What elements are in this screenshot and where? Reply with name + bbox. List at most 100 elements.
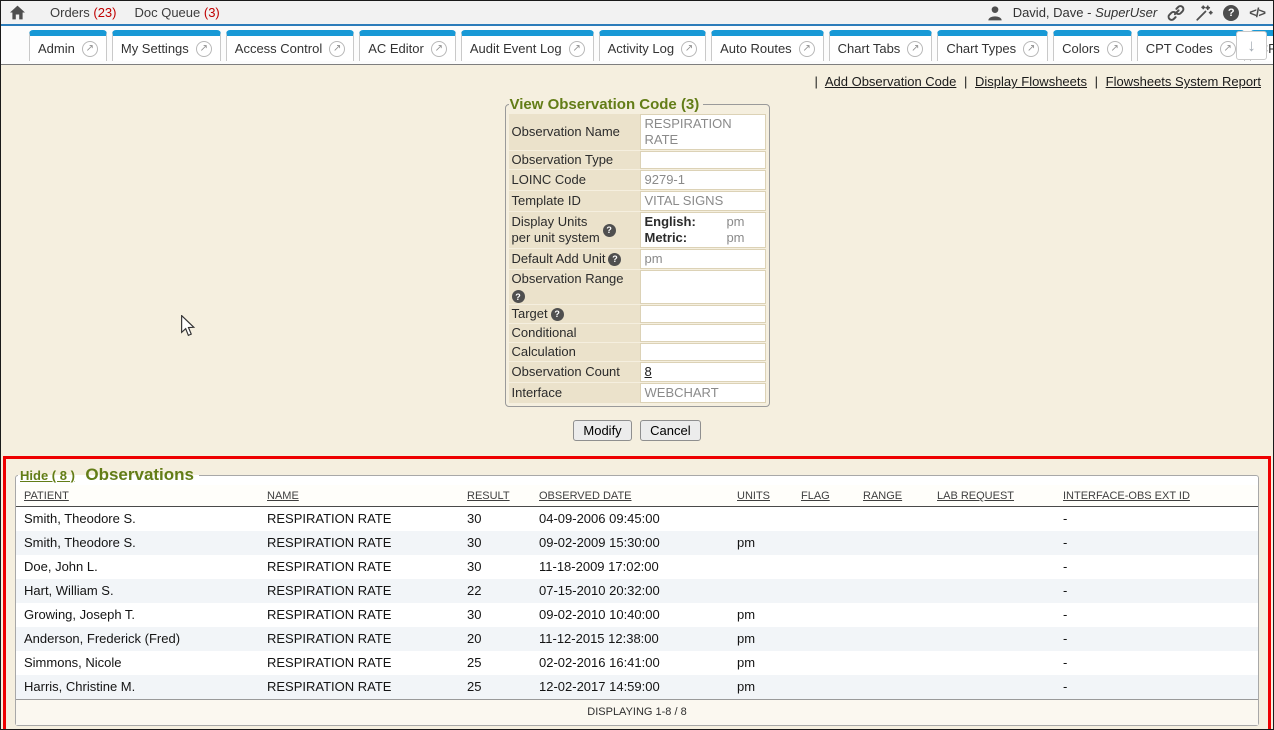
wand-icon[interactable] [1195,4,1213,22]
doc-queue-link[interactable]: Doc Queue (3) [134,5,219,20]
tab-label: Chart Tabs [838,41,901,56]
orders-label: Orders [50,5,90,20]
external-link-icon[interactable]: ↗ [82,41,98,57]
interface-obs-ext-id-cell: - [1055,651,1258,675]
external-link-icon[interactable]: ↗ [1107,41,1123,57]
observed-date-cell: 02-02-2016 16:41:00 [531,651,729,675]
field-label: Conditional [512,325,577,341]
units-cell [729,579,793,603]
column-header-flag[interactable]: FLAG [801,490,830,502]
result-cell: 25 [459,675,531,699]
column-header-lab-request[interactable]: LAB REQUEST [937,490,1014,502]
add-observation-code-link[interactable]: Add Observation Code [825,74,957,89]
column-header-observed-date[interactable]: OBSERVED DATE [539,490,632,502]
tab-chart-tabs[interactable]: Chart Tabs ↗ [829,30,933,61]
interface-obs-ext-id-cell: - [1055,579,1258,603]
observations-table: PATIENT NAME RESULT OBSERVED DATE UNITS … [16,485,1258,699]
tab-cpt-codes[interactable]: CPT Codes↗ [1137,30,1245,61]
tab-ac-editor[interactable]: AC Editor ↗ [359,30,456,61]
column-header-result[interactable]: RESULT [467,490,510,502]
observations-title: Observations [85,465,194,484]
external-link-icon[interactable]: ↗ [1220,41,1236,57]
range-cell [855,579,929,603]
name-cell: RESPIRATION RATE [259,627,459,651]
english-label: English: [645,214,696,230]
user-name: David, Dave - [1013,5,1095,20]
units-cell: pm [729,531,793,555]
observation-count-link[interactable]: 8 [645,364,652,379]
units-cell: pm [729,675,793,699]
field-label: Observation Name [512,124,620,140]
loinc-code-value: 9279-1 [640,170,766,190]
external-link-icon[interactable]: ↗ [681,41,697,57]
field-label: Default Add Unit [512,251,606,267]
external-link-icon[interactable]: ↗ [329,41,345,57]
help-icon[interactable]: ? [603,224,616,237]
user-role: SuperUser [1095,5,1157,20]
table-row: Growing, Joseph T.RESPIRATION RATE3009-0… [16,603,1258,627]
tab-colors[interactable]: Colors↗ [1053,30,1132,61]
separator: | [815,74,818,89]
form-row-observation-count: Observation Count 8 [509,362,766,382]
tab-access-control[interactable]: Access Control ↗ [226,30,354,61]
table-row: Simmons, NicoleRESPIRATION RATE2502-02-2… [16,651,1258,675]
user-menu[interactable]: David, Dave - SuperUser [1013,5,1158,20]
help-icon[interactable]: ? [512,290,525,303]
name-cell: RESPIRATION RATE [259,555,459,579]
tab-auto-routes[interactable]: Auto Routes↗ [711,30,824,61]
table-row: Harris, Christine M.RESPIRATION RATE2512… [16,675,1258,699]
flag-cell [793,555,855,579]
tab-audit-event-log[interactable]: Audit Event Log↗ [461,30,594,61]
external-link-icon[interactable]: ↗ [431,41,447,57]
home-icon[interactable] [9,5,26,20]
form-row-interface: Interface WEBCHART [509,383,766,403]
field-label: Observation Count [512,364,620,380]
orders-link[interactable]: Orders (23) [50,5,116,20]
observed-date-cell: 09-02-2010 10:40:00 [531,603,729,627]
metric-value: pm [726,230,744,246]
field-label: Interface [512,385,563,401]
form-row-calculation: Calculation [509,343,766,361]
name-cell: RESPIRATION RATE [259,675,459,699]
help-icon[interactable]: ? [551,308,564,321]
external-link-icon[interactable]: ↗ [569,41,585,57]
link-icon[interactable] [1167,4,1185,22]
observed-date-cell: 04-09-2006 09:45:00 [531,507,729,531]
hide-observations-link[interactable]: Hide ( 8 ) [20,468,75,483]
result-cell: 20 [459,627,531,651]
tab-label: Admin [38,41,75,56]
lab-request-cell [929,531,1055,555]
interface-obs-ext-id-cell: - [1055,603,1258,627]
column-header-range[interactable]: RANGE [863,490,902,502]
column-header-name[interactable]: NAME [267,490,299,502]
tab-chart-types[interactable]: Chart Types↗ [937,30,1048,61]
tab-overflow-button[interactable]: ↓ [1236,31,1267,60]
table-row: Hart, William S.RESPIRATION RATE2207-15-… [16,579,1258,603]
result-cell: 30 [459,555,531,579]
external-link-icon[interactable]: ↗ [1023,41,1039,57]
code-icon[interactable]: </> [1249,5,1265,20]
column-header-patient[interactable]: PATIENT [24,490,69,502]
tab-label: AC Editor [368,41,424,56]
tab-label: Access Control [235,41,322,56]
flowsheets-system-report-link[interactable]: Flowsheets System Report [1106,74,1261,89]
column-header-interface-obs-ext-id[interactable]: INTERFACE-OBS EXT ID [1063,490,1190,502]
external-link-icon[interactable]: ↗ [196,41,212,57]
tab-my-settings[interactable]: My Settings↗ [112,30,221,61]
help-icon[interactable]: ? [1223,5,1239,21]
column-header-units[interactable]: UNITS [737,490,770,502]
form-row-conditional: Conditional [509,324,766,342]
cancel-button[interactable]: Cancel [640,420,700,441]
modify-button[interactable]: Modify [573,420,631,441]
external-link-icon[interactable]: ↗ [799,41,815,57]
range-cell [855,531,929,555]
help-icon[interactable]: ? [608,253,621,266]
display-flowsheets-link[interactable]: Display Flowsheets [975,74,1087,89]
result-cell: 30 [459,531,531,555]
interface-obs-ext-id-cell: - [1055,507,1258,531]
tab-activity-log[interactable]: Activity Log↗ [599,30,706,61]
field-label: Observation Range [512,271,624,287]
form-row-default-add-unit: Default Add Unit? pm [509,249,766,269]
tab-admin[interactable]: Admin ↗ [29,30,107,61]
external-link-icon[interactable]: ↗ [907,41,923,57]
